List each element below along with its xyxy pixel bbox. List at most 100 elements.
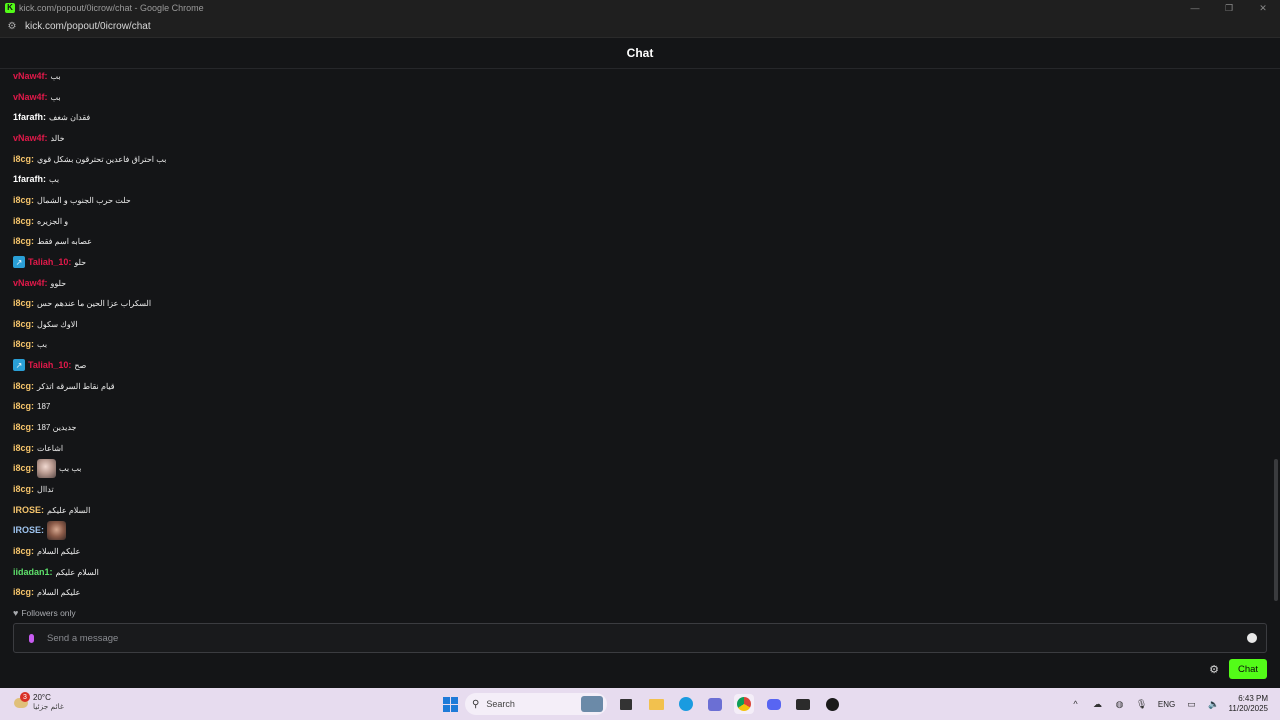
- address-url[interactable]: kick.com/popout/0icrow/chat: [25, 21, 151, 32]
- chat-username[interactable]: IROSE: [13, 505, 41, 515]
- chat-colon: :: [44, 92, 48, 102]
- chat-message: i8cg: و الجزيره: [13, 214, 68, 228]
- chat-message-text: بب: [50, 92, 61, 102]
- chat-colon: :: [31, 484, 35, 494]
- maximize-button[interactable]: ❐: [1212, 0, 1246, 16]
- minimize-button[interactable]: —: [1178, 0, 1212, 16]
- chat-colon: :: [31, 339, 35, 349]
- subscriber-badge-icon[interactable]: ↗: [13, 256, 25, 268]
- chat-header: Chat: [0, 38, 1280, 69]
- kick-emote-icon[interactable]: [25, 632, 37, 644]
- chat-username[interactable]: i8cg: [13, 236, 31, 246]
- weather-icon: 3: [10, 692, 30, 712]
- onedrive-icon[interactable]: ☁: [1087, 696, 1109, 712]
- chat-username[interactable]: 1farafh: [13, 174, 43, 184]
- chat-message-text: عصابه اسم فقط: [37, 236, 92, 246]
- chat-username[interactable]: i8cg: [13, 216, 31, 226]
- chat-emote-icon[interactable]: [47, 520, 67, 540]
- chat-colon: :: [43, 174, 47, 184]
- close-button[interactable]: ✕: [1246, 0, 1280, 16]
- chat-message: vNaw4f: خالد: [13, 131, 65, 145]
- chat-username[interactable]: i8cg: [13, 401, 31, 411]
- chat-scrollbar[interactable]: [1272, 69, 1280, 604]
- microphone-icon[interactable]: 🎙: [1131, 696, 1153, 712]
- send-chat-button[interactable]: Chat: [1229, 659, 1267, 679]
- chat-username[interactable]: 1farafh: [13, 112, 43, 122]
- chat-message: i8cg: تداال: [13, 482, 54, 496]
- chat-username[interactable]: i8cg: [13, 195, 31, 205]
- chat-message-text: تداال: [37, 484, 54, 494]
- file-explorer-icon[interactable]: [646, 694, 666, 714]
- chat-emote-icon[interactable]: [37, 458, 57, 478]
- chat-message-text: خالد: [50, 133, 65, 143]
- edge-icon[interactable]: [676, 694, 696, 714]
- chat-username[interactable]: i8cg: [13, 463, 31, 473]
- chat-colon: :: [31, 216, 35, 226]
- chat-username[interactable]: i8cg: [13, 319, 31, 329]
- chat-username[interactable]: i8cg: [13, 546, 31, 556]
- window-titlebar: K kick.com/popout/0icrow/chat - Google C…: [0, 0, 1280, 16]
- start-button[interactable]: [440, 694, 460, 714]
- chat-message-text: الاوك سكول: [37, 319, 78, 329]
- wifi-icon[interactable]: ▭: [1181, 696, 1203, 712]
- taskbar-search[interactable]: ⚲ Search: [465, 693, 607, 715]
- chrome-icon[interactable]: [734, 694, 754, 714]
- chat-message: i8cg: الاوك سكول: [13, 317, 78, 331]
- emoji-picker-icon[interactable]: [1247, 633, 1257, 643]
- site-info-icon[interactable]: ⚙: [6, 21, 18, 33]
- weather-widget[interactable]: 3 20°C غائم جزئيا: [10, 692, 64, 712]
- chat-username[interactable]: i8cg: [13, 443, 31, 453]
- weather-badge: 3: [20, 692, 30, 702]
- chat-message-text: بب: [49, 174, 60, 184]
- chat-message-list[interactable]: vNaw4f: بب vNaw4f: بب 1farafh: فقدان شغف vNaw4…: [0, 69, 1272, 604]
- chevron-up-icon[interactable]: ^: [1065, 696, 1087, 712]
- chat-message-text: اشاعات: [37, 443, 64, 453]
- language-indicator[interactable]: ENG: [1153, 696, 1181, 712]
- app-icon[interactable]: [822, 694, 842, 714]
- chat-message: IROSE:: [13, 520, 69, 540]
- chat-colon: :: [31, 422, 35, 432]
- chat-username[interactable]: Taliah_10: [28, 257, 68, 267]
- chat-message-text: السلام عليكم: [55, 567, 99, 577]
- chat-username[interactable]: vNaw4f: [13, 133, 45, 143]
- chat-settings-gear-icon[interactable]: ⚙: [1208, 663, 1220, 676]
- chat-username[interactable]: i8cg: [13, 381, 31, 391]
- network-tray-icon[interactable]: ◍: [1109, 696, 1131, 712]
- chat-message: i8cg: عليكم السلام: [13, 544, 80, 558]
- chat-message: 1farafh: فقدان شغف: [13, 110, 90, 124]
- discord-icon[interactable]: [764, 694, 784, 714]
- chat-username[interactable]: i8cg: [13, 339, 31, 349]
- chat-username[interactable]: i8cg: [13, 154, 31, 164]
- chat-username[interactable]: vNaw4f: [13, 71, 45, 81]
- chat-message: i8cg: عليكم السلام: [13, 585, 80, 599]
- page-title: Chat: [626, 46, 654, 60]
- terminal-icon[interactable]: [793, 694, 813, 714]
- chat-username[interactable]: i8cg: [13, 484, 31, 494]
- scrollbar-thumb[interactable]: [1274, 459, 1278, 601]
- chat-colon: :: [44, 71, 48, 81]
- chat-username[interactable]: i8cg: [13, 422, 31, 432]
- chat-username[interactable]: iidadan1: [13, 567, 50, 577]
- teams-icon[interactable]: [705, 694, 725, 714]
- system-tray: ^ ☁ ◍ 🎙 ENG ▭ 🔈 6:43 PM 11/20/2025: [1065, 688, 1280, 720]
- message-input-box[interactable]: [13, 623, 1267, 653]
- subscriber-badge-icon[interactable]: ↗: [13, 359, 25, 371]
- chat-message-text: عليكم السلام: [37, 587, 81, 597]
- chat-message-text: حلوو: [50, 278, 67, 288]
- chat-username[interactable]: i8cg: [13, 587, 31, 597]
- chat-username[interactable]: vNaw4f: [13, 278, 45, 288]
- clock[interactable]: 6:43 PM 11/20/2025: [1229, 694, 1268, 714]
- chat-username[interactable]: vNaw4f: [13, 92, 45, 102]
- address-bar: ⚙ kick.com/popout/0icrow/chat: [0, 16, 1280, 38]
- volume-icon[interactable]: 🔈: [1203, 696, 1225, 712]
- chat-username[interactable]: IROSE: [13, 525, 41, 535]
- chat-username[interactable]: Taliah_10: [28, 360, 68, 370]
- followers-only-label: Followers only: [21, 608, 76, 618]
- task-view-icon[interactable]: [616, 694, 636, 714]
- chat-colon: :: [49, 567, 53, 577]
- chat-username[interactable]: i8cg: [13, 298, 31, 308]
- chat-colon: :: [41, 505, 45, 515]
- chat-colon: :: [31, 401, 35, 411]
- chat-colon: :: [31, 587, 35, 597]
- message-input[interactable]: [47, 632, 1227, 644]
